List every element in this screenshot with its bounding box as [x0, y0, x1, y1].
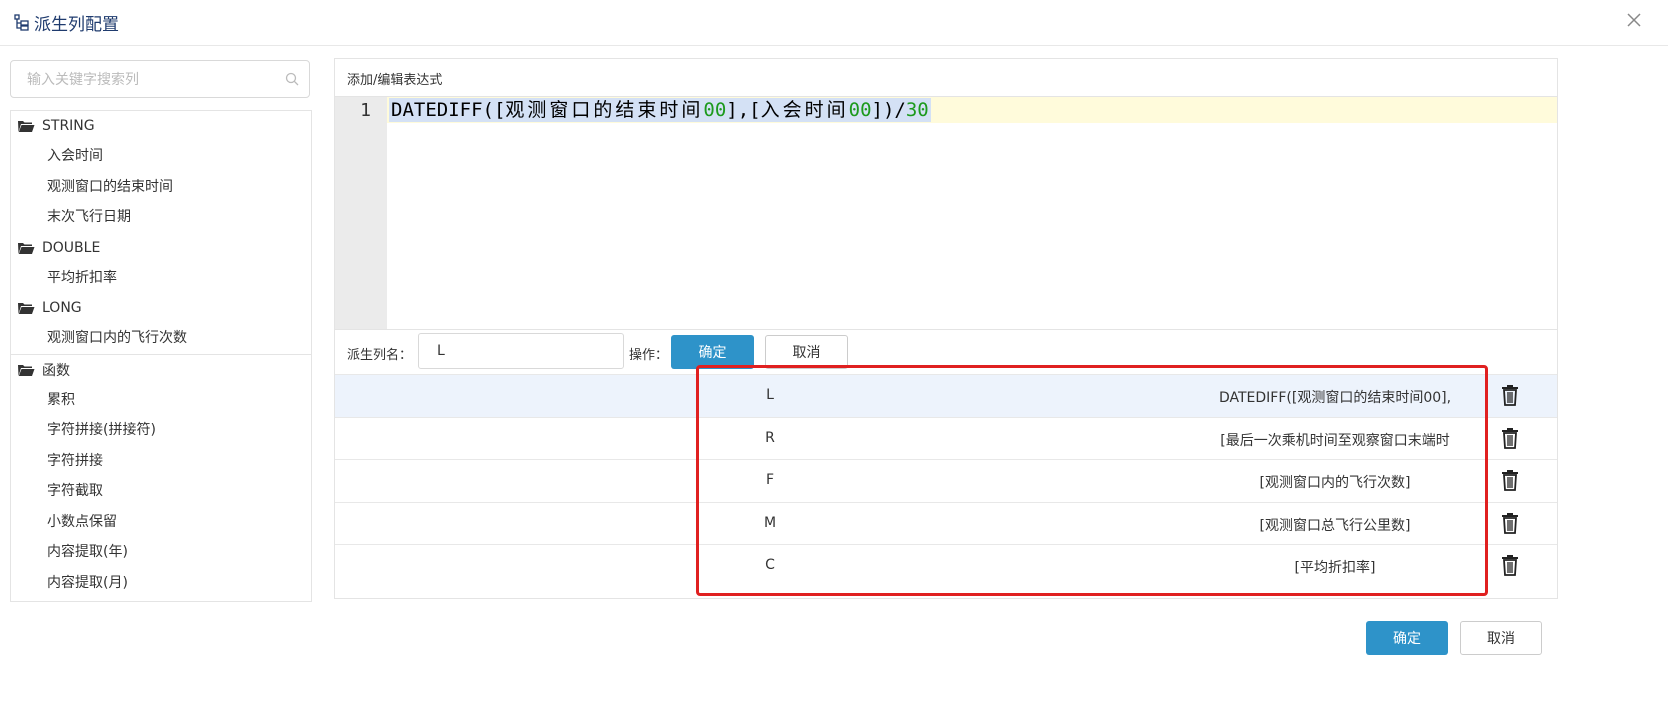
tree-folder-label: DOUBLE [42, 239, 101, 256]
tree-group: DOUBLE 平均折扣率 [11, 233, 311, 294]
folder-icon [18, 364, 35, 376]
tree-leaf-item[interactable]: 观测窗口内的飞行次数 [11, 323, 311, 354]
tree-leaf-item[interactable]: 累积 [11, 385, 311, 416]
column-expression-cell: DATEDIFF([观测窗口的结束时间00], [1218, 390, 1452, 406]
trash-icon[interactable] [1500, 512, 1520, 534]
table-row[interactable]: F [观测窗口内的飞行次数] [335, 459, 1557, 502]
trash-icon[interactable] [1500, 427, 1520, 449]
column-search-box [10, 60, 310, 98]
code-token: DATEDIFF([ [391, 99, 506, 121]
code-token: ],[ [726, 99, 761, 121]
derived-name-row: 派生列名： 操作： 确定 取消 [335, 331, 1557, 375]
tree-folder-label: STRING [42, 118, 95, 134]
derived-columns-table: L DATEDIFF([观测窗口的结束时间00], R [最后一次乘机时间至观察窗口末… [335, 374, 1557, 587]
folder-icon [18, 242, 35, 254]
tree-leaf-item[interactable]: 字符拼接 [11, 446, 311, 477]
code-token: 00 [703, 99, 727, 121]
tree-folder[interactable]: DOUBLE [11, 233, 311, 263]
code-token: 入会时间 [760, 99, 849, 121]
tree-leaf-item[interactable]: 末次飞行日期 [11, 202, 311, 233]
derived-name-input[interactable] [418, 333, 624, 369]
code-selection: DATEDIFF([观测窗口的结束时间00],[入会时间00])/30 [389, 98, 931, 122]
line-gutter: 1 [335, 97, 387, 329]
code-token: 30 [905, 99, 929, 121]
tree-leaf-item[interactable]: 观测窗口的结束时间 [11, 172, 311, 203]
dialog-cancel-button[interactable]: 取消 [1460, 621, 1542, 655]
cancel-expression-button[interactable]: 取消 [765, 335, 848, 369]
trash-icon[interactable] [1500, 469, 1520, 491]
column-name-cell: F [765, 472, 775, 488]
table-row[interactable]: L DATEDIFF([观测窗口的结束时间00], [335, 374, 1557, 417]
operation-label: 操作： [629, 348, 669, 363]
trash-icon[interactable] [1500, 554, 1520, 576]
trash-icon[interactable] [1500, 384, 1520, 406]
line-number: 1 [360, 100, 371, 121]
table-row[interactable]: C [平均折扣率] [335, 544, 1557, 587]
tree-leaf-item[interactable]: 内容提取(月) [11, 568, 311, 599]
dialog-title: 派生列配置 [14, 10, 119, 35]
tree-leaf-item[interactable]: 小数点保留 [11, 507, 311, 538]
tree-folder[interactable]: LONG [11, 293, 311, 323]
dialog-confirm-button[interactable]: 确定 [1366, 621, 1448, 655]
code-token: 观测窗口的结束时间 [505, 99, 704, 121]
tree-leaf-item[interactable]: 平均折扣率 [11, 263, 311, 294]
dialog-title-text: 派生列配置 [34, 15, 119, 35]
column-expression-cell: [观测窗口总飞行公里数] [1259, 517, 1411, 534]
table-row[interactable]: R [最后一次乘机时间至观察窗口末端时 [335, 416, 1557, 460]
tree-leaf-item[interactable]: 字符拼接(拼接符) [11, 415, 311, 446]
tree-folder-label: LONG [42, 300, 82, 316]
tree-folder-label: 函数 [42, 362, 70, 379]
tree-structure-icon [14, 13, 29, 31]
code-token: ])/ [871, 99, 906, 121]
confirm-expression-button[interactable]: 确定 [671, 335, 754, 369]
tree-group: LONG 观测窗口内的飞行次数 [11, 293, 311, 354]
column-name-cell: C [765, 557, 775, 573]
tree-group: STRING 入会时间 观测窗口的结束时间 末次飞行日期 [11, 111, 311, 233]
column-name-cell: R [765, 429, 775, 446]
column-tree: STRING 入会时间 观测窗口的结束时间 末次飞行日期 DOUBLE 平均折扣率 LONG… [10, 110, 312, 602]
tree-leaf-item[interactable]: 入会时间 [11, 141, 311, 172]
close-icon[interactable] [1622, 8, 1646, 32]
column-name-cell: M [763, 514, 777, 531]
tree-folder[interactable]: STRING [11, 111, 311, 141]
tree-group: 函数累积 字符拼接(拼接符) 字符拼接 字符截取 小数点保留 内容提取(年) 内容提取(月) [11, 353, 311, 599]
tree-leaf-item[interactable]: 字符截取 [11, 476, 311, 507]
column-expression-cell: [最后一次乘机时间至观察窗口末端时 [1220, 432, 1450, 449]
column-expression-cell: [观测窗口内的飞行次数] [1259, 475, 1411, 491]
dialog-header: 派生列配置 [0, 0, 1668, 46]
derived-name-label: 派生列名： [347, 348, 413, 363]
table-row[interactable]: M [观测窗口总飞行公里数] [335, 501, 1557, 545]
column-name-cell: L [766, 387, 774, 403]
code-token: 00 [848, 99, 872, 121]
expression-panel: 添加/编辑表达式 1 DATEDIFF([观测窗口的结束时间00],[入会时间0… [334, 58, 1558, 599]
tree-leaf-item[interactable]: 内容提取(年) [11, 537, 311, 568]
code-line-active[interactable]: DATEDIFF([观测窗口的结束时间00],[入会时间00])/30 [387, 97, 1557, 123]
column-expression-cell: [平均折扣率] [1294, 560, 1376, 576]
code-editor[interactable]: 1 DATEDIFF([观测窗口的结束时间00],[入会时间00])/30 [335, 96, 1557, 330]
folder-icon [18, 303, 35, 314]
expression-section-label: 添加/编辑表达式 [347, 73, 443, 88]
column-search-input[interactable] [27, 69, 277, 91]
search-icon[interactable] [285, 72, 299, 86]
folder-icon [18, 121, 35, 132]
tree-folder[interactable]: 函数 [11, 355, 311, 385]
